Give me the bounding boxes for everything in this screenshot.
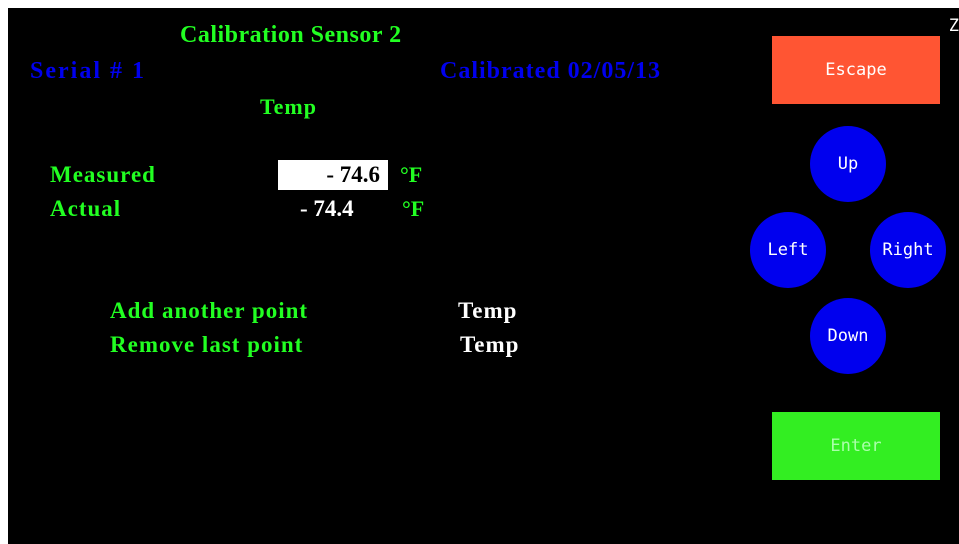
actual-unit: °F xyxy=(402,196,425,221)
right-button[interactable]: Right xyxy=(870,212,946,288)
enter-button[interactable]: Enter xyxy=(772,412,940,480)
serial-number: Serial # 1 xyxy=(30,58,146,84)
actual-label: Actual xyxy=(50,196,122,221)
calibration-screen: Calibration Sensor 2 Serial # 1 Calibrat… xyxy=(8,8,959,544)
corner-indicator: Z xyxy=(948,16,959,36)
left-button[interactable]: Left xyxy=(750,212,826,288)
remove-point-type: Temp xyxy=(460,332,520,357)
remove-point-option[interactable]: Remove last point xyxy=(110,332,303,358)
measured-unit: °F xyxy=(400,162,423,187)
up-button[interactable]: Up xyxy=(810,126,886,202)
actual-value: - 74.4 xyxy=(300,196,354,221)
measured-label: Measured xyxy=(50,162,156,187)
add-point-type: Temp xyxy=(458,298,518,323)
calibration-date: Calibrated 02/05/13 xyxy=(440,58,661,84)
down-button[interactable]: Down xyxy=(810,298,886,374)
sensor-type-label: Temp xyxy=(260,94,317,119)
measured-value-field[interactable]: - 74.6 xyxy=(278,160,388,190)
add-point-option[interactable]: Add another point xyxy=(110,298,308,324)
page-title: Calibration Sensor 2 xyxy=(180,22,402,48)
escape-button[interactable]: Escape xyxy=(772,36,940,104)
